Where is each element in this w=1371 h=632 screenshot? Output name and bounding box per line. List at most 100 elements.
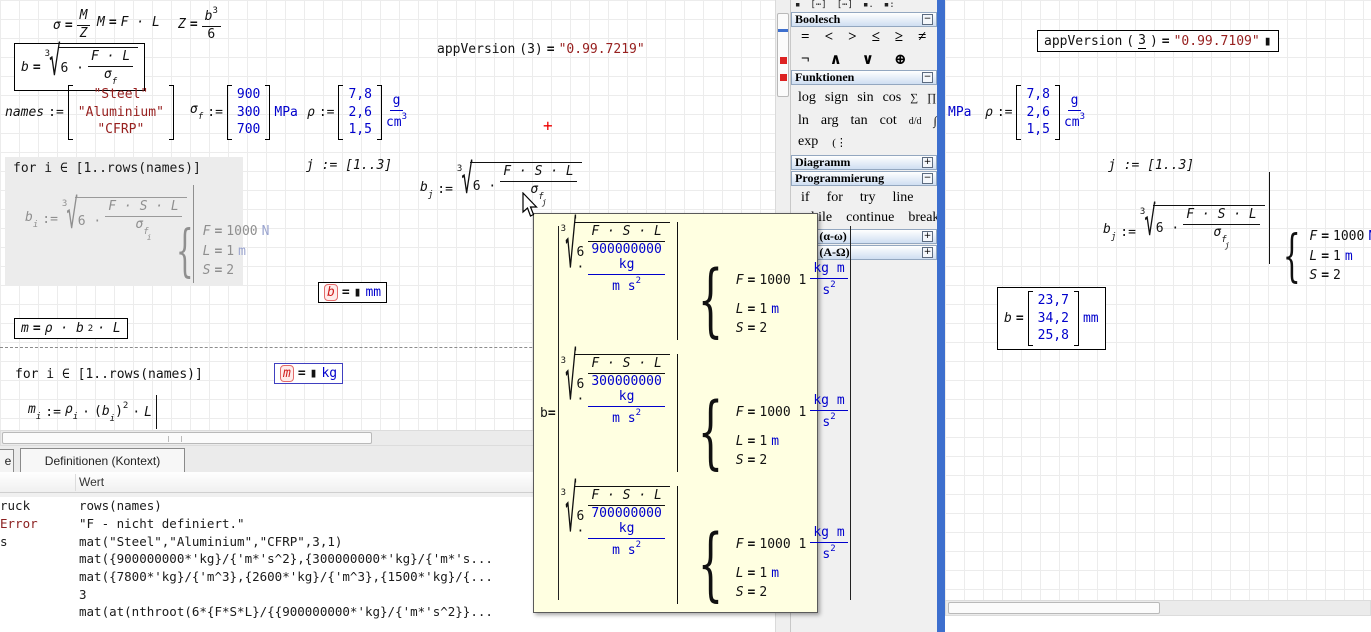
row-value: "F - nicht definiert." [75, 516, 245, 531]
formula-appversion-right-selected[interactable]: appVersion(3) = "0.99.7109" ▮ [1037, 30, 1279, 52]
tab-definitionen-kontext[interactable]: Definitionen (Kontext) [20, 448, 185, 472]
formula-sigma[interactable]: σ = M Z [53, 9, 90, 42]
equals: = [1016, 311, 1024, 326]
subscript-j: j [428, 190, 433, 200]
kw-line[interactable]: line [888, 190, 917, 206]
funktionen-row-2: ln arg tan cot d/d ∫ [794, 113, 941, 129]
palette-header-boolesch[interactable]: Boolesch − [791, 12, 937, 27]
collapse-icon[interactable]: − [922, 72, 933, 83]
right-hscrollbar-track[interactable] [945, 600, 1371, 616]
palette-header-funktionen[interactable]: Funktionen − [791, 70, 937, 85]
result-m-error-box[interactable]: m = ▮ kg [274, 363, 343, 384]
fn-ln[interactable]: ln [794, 113, 813, 129]
kw-try[interactable]: try [856, 190, 880, 206]
formula-appversion-left[interactable]: appVersion(3) = "0.99.7219" [437, 42, 645, 57]
kw-for[interactable]: for [823, 190, 847, 206]
derivative-icon[interactable]: d/d [905, 116, 926, 127]
equals: = [748, 452, 756, 470]
var-m: m [28, 402, 36, 417]
fn-sign[interactable]: sign [821, 90, 852, 106]
fn-cot[interactable]: cot [876, 113, 901, 129]
expand-icon[interactable]: + [922, 247, 933, 258]
fn-tan[interactable]: tan [847, 113, 872, 129]
formula-m-i[interactable]: mi := ρi · (bi)2 · L [28, 395, 157, 429]
unit-mpa-cut: MPa [948, 105, 971, 120]
fn-cos[interactable]: cos [879, 90, 906, 106]
matrix-el2-icon[interactable]: ▪: [884, 0, 895, 12]
left-hscrollbar-thumb[interactable] [2, 432, 372, 444]
expand-icon[interactable]: + [922, 157, 933, 168]
collapse-icon[interactable]: − [922, 173, 933, 184]
formula-m-boxed[interactable]: m = ρ · b2 · L [14, 318, 128, 339]
formula-moment[interactable]: M = F · L [97, 15, 160, 30]
formula-b-j[interactable]: bj := 3 √ 6 · F · S · L σfj [420, 162, 582, 207]
op-equals[interactable]: = [797, 29, 814, 46]
row-value: mat({7800*'kg}/{'m^3},{2600*'kg}/{'m^3},… [75, 569, 493, 584]
palette-header-programmierung[interactable]: Programmierung − [791, 171, 937, 186]
fn-log[interactable]: log [794, 90, 820, 106]
formula-section-modulus[interactable]: Z = b3 6 [178, 6, 221, 43]
formula-names[interactable]: names := "Steel" "Aluminium" "CFRP" [5, 85, 174, 140]
row-value: mat(at(nthroot(6*{F*S*L}/{{900000000*'kg… [75, 604, 493, 619]
kw-if[interactable]: if [797, 190, 814, 206]
palette-header-diagramm[interactable]: Diagramm + [791, 155, 937, 170]
matrix-el-icon[interactable]: ▪. [863, 0, 874, 12]
exponent: 2 [88, 324, 93, 334]
result-b-error-box[interactable]: b = ▮ mm [318, 282, 387, 303]
op-greater[interactable]: > [844, 29, 861, 46]
collapse-icon[interactable]: − [922, 14, 933, 25]
column-header-wert[interactable]: Wert [79, 475, 104, 489]
tab-partial[interactable]: e [0, 449, 14, 472]
coefficient: 6 · [577, 509, 585, 539]
matrix-icon[interactable]: ▪ [795, 0, 800, 12]
matrix-col-icon[interactable]: [⋯] [837, 0, 853, 12]
var-m-error: m [280, 365, 294, 382]
for-loop-m-head[interactable]: for i ∈ [1..rows(names)] [15, 367, 203, 382]
value: 1 [759, 433, 767, 451]
var-b: b [1004, 311, 1012, 326]
subscript-j: j [1225, 241, 1230, 250]
formula-loop-b-selected[interactable]: for i ∈ [1..rows(names)] bi := 3 √ 6 · F… [5, 157, 243, 285]
result-b-matrix-box[interactable]: b = 23,7 34,2 25,8 mm [997, 287, 1106, 350]
op-xor[interactable]: ⊕ [890, 50, 911, 69]
op-and[interactable]: ∧ [826, 50, 846, 69]
fn-exp[interactable]: exp [794, 134, 822, 150]
unit-ms: m s [612, 411, 635, 426]
unit-mpa: MPa [274, 105, 297, 120]
error-marker[interactable] [780, 74, 787, 81]
worksheet-right[interactable]: appVersion(3) = "0.99.7109" ▮ MPa ρ := 7… [945, 0, 1371, 600]
equals: = [748, 320, 756, 338]
function-args-icon[interactable]: (⋮ [828, 136, 851, 149]
expand-icon[interactable]: + [922, 231, 933, 242]
value: 1000 1 [759, 404, 806, 422]
fn-sin[interactable]: sin [853, 90, 877, 106]
op-leq[interactable]: ≤ [868, 29, 884, 46]
fn-arg[interactable]: arg [817, 113, 843, 129]
unit-m: m [1345, 248, 1353, 266]
error-marker[interactable] [780, 57, 787, 64]
var-b: b [25, 210, 33, 225]
matrix-cell: "CFRP" [97, 122, 144, 138]
formula-sigma-f[interactable]: σf := 900 300 700 MPa [190, 85, 298, 140]
op-geq[interactable]: ≥ [891, 29, 907, 46]
formula-rho[interactable]: ρ := 7,8 2,6 1,5 g cm3 [307, 85, 407, 140]
sum-icon[interactable]: ∑ [906, 92, 922, 104]
op-or[interactable]: ∨ [858, 50, 878, 69]
formula-rho[interactable]: ρ := 7,8 2,6 1,5 g cm3 [985, 85, 1085, 140]
op-not[interactable]: ¬ [797, 51, 814, 68]
left-vscrollbar-thumb[interactable] [777, 13, 789, 97]
kw-continue[interactable]: continue [842, 210, 898, 226]
matrix-row-icon[interactable]: [⋯] [810, 0, 826, 12]
var-sigma: σ [53, 18, 61, 33]
formula-j-range[interactable]: j := [1..3] [306, 158, 392, 173]
unit-exp: 2 [636, 540, 641, 550]
var-L: L [736, 433, 744, 451]
var-rho: ρ [985, 105, 993, 120]
matrix-cell: 700 [237, 122, 260, 138]
equals: = [748, 565, 756, 583]
op-neq[interactable]: ≠ [914, 29, 930, 46]
op-less[interactable]: < [821, 29, 838, 46]
radical: 3 √ 6 · F · S · L σfj [1140, 205, 1265, 250]
right-hscrollbar-thumb[interactable] [948, 602, 1160, 614]
formula-b-j[interactable]: bj := 3 √ 6 · F · S · L σfj { F=1000N L [1103, 170, 1371, 285]
